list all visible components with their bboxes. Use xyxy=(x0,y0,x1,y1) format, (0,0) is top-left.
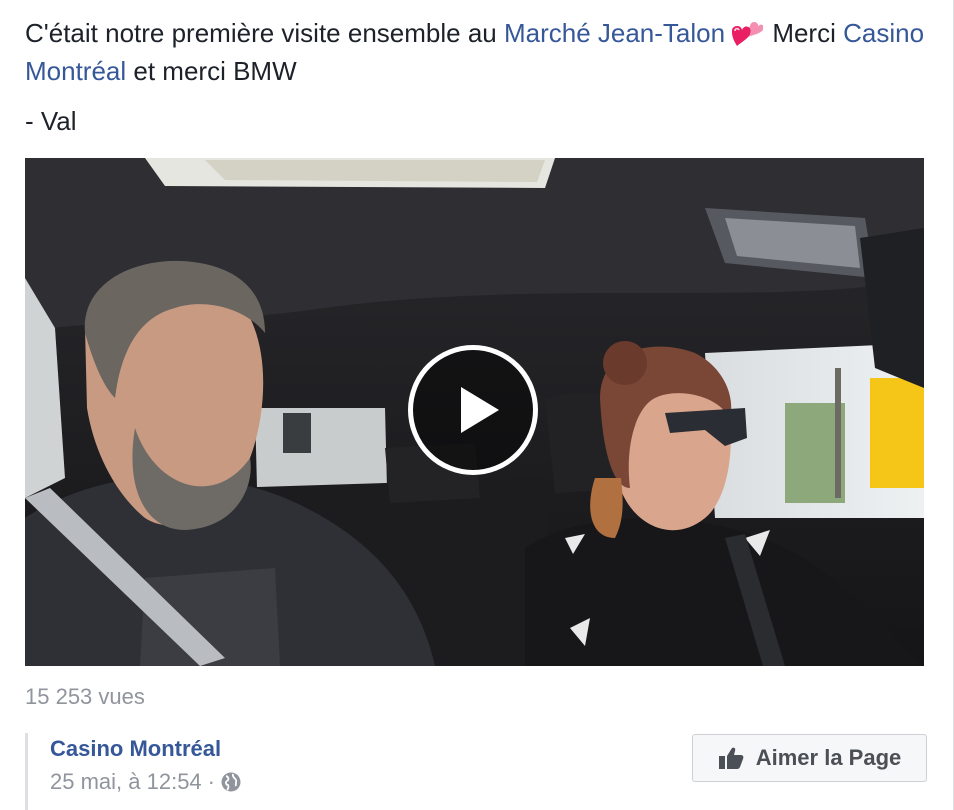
view-count: 15 253 vues xyxy=(25,684,145,709)
post-message-line: C'était notre première visite ensemble a… xyxy=(25,14,930,90)
facebook-post: C'était notre première visite ensemble a… xyxy=(0,0,954,810)
like-page-label: Aimer la Page xyxy=(755,745,902,770)
post-timestamp[interactable]: 25 mai, à 12:54 xyxy=(50,769,202,794)
video-player[interactable] xyxy=(25,158,924,666)
meta-separator: · xyxy=(207,769,215,794)
marche-jean-talon-link[interactable]: Marché Jean-Talon xyxy=(504,18,725,48)
post-meta: 25 mai, à 12:54 · xyxy=(50,769,242,795)
like-page-button[interactable]: Aimer la Page xyxy=(692,734,927,782)
post-text-segment: et merci BMW xyxy=(126,56,297,86)
page-name-link[interactable]: Casino Montréal xyxy=(50,736,221,762)
globe-icon[interactable] xyxy=(220,771,242,793)
thumbs-up-icon xyxy=(718,747,744,769)
play-button[interactable] xyxy=(408,345,538,475)
post-message: C'était notre première visite ensemble a… xyxy=(25,14,930,140)
post-text-segment: C'était notre première visite ensemble a… xyxy=(25,18,504,48)
post-signature: - Val xyxy=(25,106,77,136)
two-hearts-icon xyxy=(732,22,764,46)
play-icon xyxy=(461,387,499,433)
post-text-segment: Merci xyxy=(765,18,844,48)
shared-page-footer: Casino Montréal 25 mai, à 12:54 · Aimer l… xyxy=(25,733,930,810)
